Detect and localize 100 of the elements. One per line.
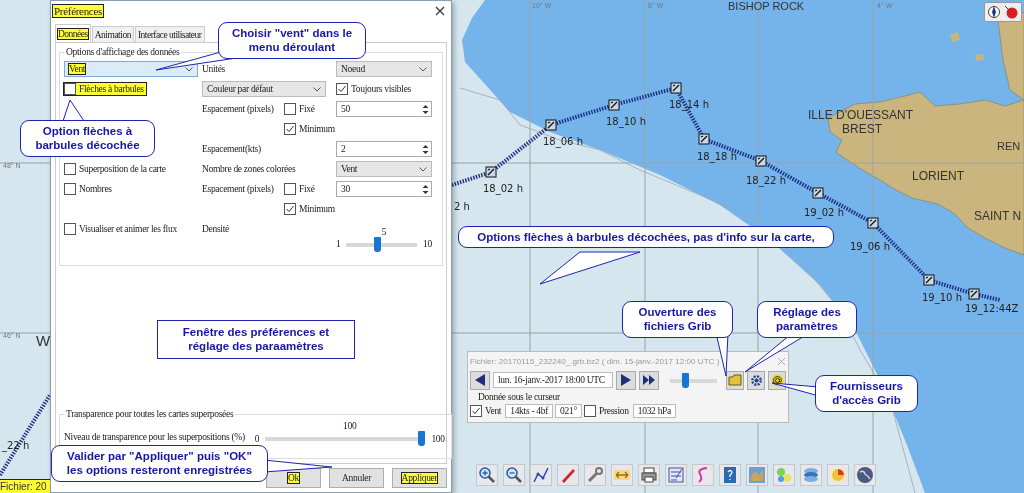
providers-button[interactable] — [768, 370, 786, 390]
route-icon — [532, 466, 550, 484]
chart-icon — [829, 466, 847, 484]
dropdown[interactable]: Couleur par défaut — [202, 81, 326, 97]
checkbox[interactable]: Fixé — [284, 183, 317, 195]
dialog-button[interactable]: Appliquer — [392, 468, 447, 488]
fast-forward-icon — [643, 374, 655, 386]
number-field[interactable]: 30 — [336, 181, 432, 197]
next-button[interactable] — [616, 370, 636, 390]
tab[interactable]: Données — [55, 24, 91, 42]
waypoint-label: 2 h — [454, 201, 470, 212]
group-title: Options d'affichage des données — [65, 47, 181, 57]
map-icon — [748, 466, 766, 484]
toolbar-button[interactable] — [530, 464, 552, 486]
toolbar-button[interactable] — [557, 464, 579, 486]
dropdown[interactable]: Vent — [336, 161, 432, 177]
waypoint-marker — [670, 82, 682, 94]
waypoint-marker — [755, 155, 767, 167]
place-label: BREST — [842, 122, 882, 136]
callout: Réglage des paramètres — [757, 301, 857, 338]
status-text: Fichier: 20 — [0, 480, 50, 493]
checkmark-icon — [285, 204, 295, 214]
waypoint-marker — [545, 119, 557, 131]
chevron-icon — [185, 66, 193, 72]
tab[interactable]: Interface utilisateur — [134, 26, 205, 42]
waypoint-marker — [698, 133, 710, 145]
slider-thumb[interactable] — [374, 236, 382, 252]
callout: Fournisseurs d'accès Grib — [815, 375, 918, 412]
spinner-icon[interactable] — [421, 182, 430, 196]
checkbox[interactable]: Fixé — [284, 103, 317, 115]
settings-button[interactable] — [747, 370, 765, 390]
number-field[interactable]: 50 — [336, 101, 432, 117]
dropdown[interactable]: Noeud — [336, 61, 432, 77]
zoom-in-icon — [478, 466, 496, 484]
checkbox[interactable]: Minimum — [284, 203, 337, 215]
slider-max-label: 100 — [431, 433, 445, 444]
zoom-out-icon — [505, 466, 523, 484]
layers-icon — [802, 466, 820, 484]
play-icon — [620, 374, 632, 386]
slider-thumb[interactable] — [418, 431, 426, 446]
toolbar-button[interactable] — [854, 464, 876, 486]
waypoint-label: 18_06 h — [543, 136, 583, 147]
compass-icon[interactable] — [988, 5, 1000, 19]
close-icon[interactable] — [435, 6, 445, 16]
dialog-button[interactable]: Annuler — [329, 468, 384, 488]
toolbar-button[interactable] — [665, 464, 687, 486]
waypoint-marker — [485, 166, 497, 178]
callout: Options flèches à barbules décochées, pas d'info sur la carte, — [458, 226, 834, 249]
slider-thumb[interactable] — [682, 372, 689, 388]
checklist-icon — [667, 466, 685, 484]
field-label: Espacement(kts) — [202, 144, 262, 154]
checkbox[interactable]: Toujours visibles — [336, 83, 413, 95]
checkbox[interactable]: Nombres — [64, 183, 114, 195]
toolbar-button[interactable] — [611, 464, 633, 486]
value-field: 1032 hPa — [632, 404, 676, 418]
toolbar-button[interactable] — [692, 464, 714, 486]
fast-forward-button[interactable] — [639, 370, 659, 390]
checkmark-icon — [471, 406, 481, 416]
value-field: 021° — [555, 404, 582, 418]
number-field[interactable]: 2 — [336, 141, 432, 157]
record-icon[interactable] — [1004, 5, 1018, 19]
checkbox[interactable]: Superposition de la carte — [64, 163, 168, 175]
checkbox[interactable]: Minimum — [284, 123, 337, 135]
previous-button[interactable] — [470, 370, 490, 390]
waypoint-marker — [968, 288, 980, 300]
waypoint-label: 19_12:44Z — [965, 303, 1019, 314]
checkbox[interactable]: Pression — [583, 405, 631, 417]
globe-icon — [856, 466, 874, 484]
waypoint-marker — [923, 274, 935, 286]
date-dropdown[interactable]: lun. 16-janv.-2017 18:00 UTC — [493, 372, 613, 388]
toolbar-button[interactable] — [584, 464, 606, 486]
toolbar-button[interactable] — [638, 464, 660, 486]
spinner-icon[interactable] — [421, 142, 430, 156]
toolbar-button[interactable] — [827, 464, 849, 486]
circles-icon — [775, 466, 793, 484]
waypoint-label: 18_14 h — [669, 99, 709, 110]
waypoint-label: _22 h — [2, 440, 30, 451]
checkbox[interactable]: Visualiser et animer les flux — [64, 223, 179, 235]
field-label: Espacement (pixels) — [202, 104, 275, 114]
open-files-button[interactable] — [726, 370, 744, 390]
field-label: Densité — [202, 224, 230, 234]
chevron-icon — [419, 166, 427, 172]
toolbar-button[interactable] — [476, 464, 498, 486]
dialog-title: Préférences — [53, 5, 103, 17]
checkbox[interactable]: Flèches à barbules — [64, 83, 146, 95]
field-label: Nombre de zones colorées — [202, 164, 297, 174]
toolbar-button[interactable] — [503, 464, 525, 486]
panel-title: Fichier: 20170115_232240_.grb.bz2 ( dim. 15-janv.-2017 12:00 UTC ) — [470, 356, 720, 366]
checkmark-icon — [337, 84, 347, 94]
slider-value: 100 — [343, 421, 357, 431]
waypoint-label: 18_22 h — [746, 175, 786, 186]
spinner-icon[interactable] — [421, 102, 430, 116]
toolbar-button[interactable] — [719, 464, 741, 486]
dropdown[interactable]: Vent — [64, 61, 198, 77]
checkbox[interactable]: Vent — [470, 405, 504, 417]
tab[interactable]: Animation — [91, 26, 134, 42]
field-label: Unités — [202, 64, 226, 74]
toolbar-button[interactable] — [800, 464, 822, 486]
waypoint-label: 18_02 h — [483, 183, 523, 194]
help-book-icon — [721, 466, 739, 484]
